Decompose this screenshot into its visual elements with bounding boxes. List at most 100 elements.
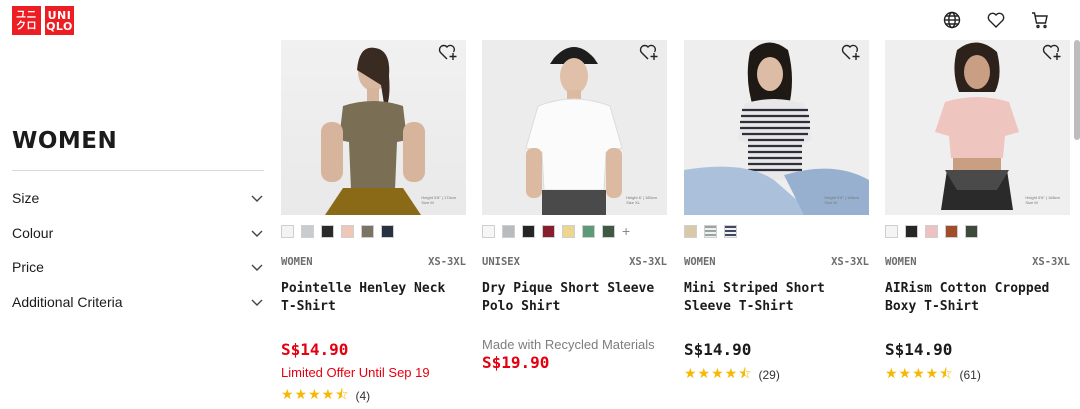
favorite-add-icon[interactable] <box>839 40 863 64</box>
uniqlo-logo[interactable]: ユニ クロ UNI QLO <box>12 6 74 35</box>
heart-icon[interactable] <box>986 10 1006 30</box>
rating: ★★★★⯪ (29) <box>684 363 869 387</box>
size-range: XS-3XL <box>831 256 869 268</box>
product-image[interactable]: Height 5'6" | 168cm Size M <box>885 40 1070 215</box>
color-swatch[interactable] <box>281 225 294 238</box>
model-size-note: Height 5'8" | 174cm Size M <box>421 195 456 205</box>
category-title: WOMEN <box>12 128 118 154</box>
chevron-down-icon <box>251 230 263 237</box>
review-count: (61) <box>959 368 981 382</box>
star-rating-icon: ★★★★⯪ <box>684 365 753 381</box>
product-meta: WOMEN XS-3XL <box>684 256 869 268</box>
color-swatch[interactable] <box>965 225 978 238</box>
review-count: (29) <box>758 368 780 382</box>
product-image[interactable]: Height 5'8" | 174cm Size M <box>281 40 466 215</box>
color-swatch[interactable] <box>542 225 555 238</box>
product-card[interactable]: Height 5'8" | 174cm Size M WOMEN XS-3XL … <box>281 40 466 408</box>
color-swatch[interactable] <box>905 225 918 238</box>
product-card[interactable]: Height 5'6" | 168cm Size M WOMEN XS-3XL … <box>885 40 1070 387</box>
color-swatches <box>885 225 1070 238</box>
color-swatch[interactable] <box>381 225 394 238</box>
color-swatch[interactable] <box>724 225 737 238</box>
color-swatch[interactable] <box>321 225 334 238</box>
filter-colour[interactable]: Colour <box>12 216 264 251</box>
product-name[interactable]: AIRism Cotton Cropped Boxy T-Shirt <box>885 280 1070 318</box>
favorite-add-icon[interactable] <box>1040 40 1064 64</box>
filter-size[interactable]: Size <box>12 181 264 216</box>
globe-icon[interactable] <box>942 10 962 30</box>
color-swatch[interactable] <box>704 225 717 238</box>
chevron-down-icon <box>251 264 263 272</box>
size-range: XS-3XL <box>1032 256 1070 268</box>
product-card[interactable]: Height 6' | 183cm Size XL + UNISEX XS-3X… <box>482 40 667 372</box>
gender-label: WOMEN <box>281 256 313 268</box>
model-size-note: Height 5'6" | 168cm Size M <box>824 195 859 205</box>
product-name[interactable]: Mini Striped Short Sleeve T-Shirt <box>684 280 869 318</box>
product-meta: UNISEX XS-3XL <box>482 256 667 268</box>
filter-label: Price <box>12 259 44 276</box>
product-image[interactable]: Height 6' | 183cm Size XL <box>482 40 667 215</box>
model-size-note: Height 6' | 183cm Size XL <box>626 195 657 205</box>
color-swatch[interactable] <box>361 225 374 238</box>
more-colors-icon[interactable]: + <box>622 224 630 238</box>
product-name[interactable]: Dry Pique Short Sleeve Polo Shirt <box>482 280 667 318</box>
filter-label: Additional Criteria <box>12 293 123 310</box>
color-swatch[interactable] <box>582 225 595 238</box>
product-price: S$19.90 <box>482 353 550 372</box>
filter-price[interactable]: Price <box>12 250 264 285</box>
cart-icon[interactable] <box>1030 10 1050 30</box>
sustainability-note: Made with Recycled Materials <box>482 337 655 352</box>
model-photo <box>321 47 425 215</box>
gender-label: WOMEN <box>684 256 716 268</box>
color-swatch[interactable] <box>341 225 354 238</box>
product-price: S$14.90 <box>684 340 752 359</box>
color-swatch[interactable] <box>301 225 314 238</box>
color-swatch[interactable] <box>502 225 515 238</box>
product-meta: WOMEN XS-3XL <box>885 256 1070 268</box>
divider <box>12 170 264 171</box>
color-swatch[interactable] <box>522 225 535 238</box>
favorite-add-icon[interactable] <box>637 40 661 64</box>
color-swatch[interactable] <box>945 225 958 238</box>
logo-tile-katakana: ユニ クロ <box>12 6 41 35</box>
filter-label: Size <box>12 190 40 207</box>
filter-sidebar: WOMEN Size Colour Price Additional Crite… <box>12 120 264 319</box>
size-range: XS-3XL <box>428 256 466 268</box>
product-meta: WOMEN XS-3XL <box>281 256 466 268</box>
color-swatches <box>684 225 869 238</box>
color-swatches: + <box>482 224 667 238</box>
color-swatch[interactable] <box>562 225 575 238</box>
gender-label: UNISEX <box>482 256 520 268</box>
model-size-note: Height 5'6" | 168cm Size M <box>1025 195 1060 205</box>
product-image[interactable]: Height 5'6" | 168cm Size M <box>684 40 869 215</box>
favorite-add-icon[interactable] <box>436 40 460 64</box>
model-photo <box>935 42 1019 210</box>
filter-additional-criteria[interactable]: Additional Criteria <box>12 285 264 320</box>
size-range: XS-3XL <box>629 256 667 268</box>
chevron-down-icon <box>251 299 263 306</box>
model-photo <box>684 42 869 215</box>
color-swatches <box>281 225 466 238</box>
page-scrollbar[interactable] <box>1074 40 1080 140</box>
product-price: S$14.90 <box>885 340 953 359</box>
color-swatch[interactable] <box>885 225 898 238</box>
model-photo <box>525 47 623 215</box>
product-name[interactable]: Pointelle Henley Neck T-Shirt <box>281 280 466 318</box>
color-swatch[interactable] <box>482 225 495 238</box>
gender-label: WOMEN <box>885 256 917 268</box>
product-card[interactable]: Height 5'6" | 168cm Size M WOMEN XS-3XL … <box>684 40 869 387</box>
color-swatch[interactable] <box>684 225 697 238</box>
header-actions <box>942 10 1050 30</box>
star-rating-icon: ★★★★⯪ <box>281 386 350 402</box>
color-swatch[interactable] <box>602 225 615 238</box>
rating: ★★★★⯪ (61) <box>885 363 1070 387</box>
promo-text: Limited Offer Until Sep 19 <box>281 365 430 380</box>
review-count: (4) <box>355 389 371 403</box>
striped-shirt <box>738 99 812 180</box>
color-swatch[interactable] <box>925 225 938 238</box>
product-price: S$14.90 <box>281 340 349 359</box>
filter-label: Colour <box>12 224 54 241</box>
rating: ★★★★⯪ (4) <box>281 384 466 408</box>
logo-tile-latin: UNI QLO <box>45 6 74 35</box>
star-rating-icon: ★★★★⯪ <box>885 365 954 381</box>
